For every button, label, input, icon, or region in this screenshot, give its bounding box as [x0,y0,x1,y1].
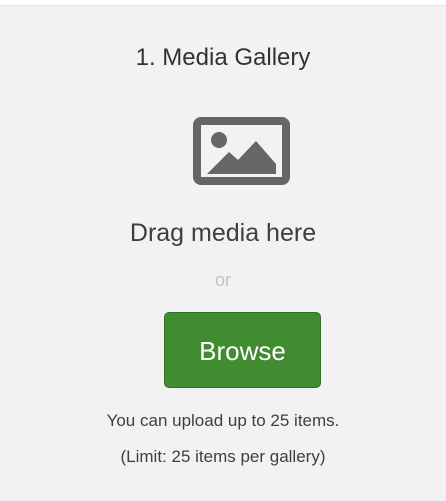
upload-info-text: You can upload up to 25 items. [106,411,340,430]
browse-button[interactable]: Browse [164,312,321,388]
top-divider [0,0,446,6]
or-separator: or [214,270,231,290]
image-icon [193,117,290,185]
drag-media-text: Drag media here [129,219,317,247]
limit-info-text: (Limit: 25 items per gallery) [120,447,326,466]
media-gallery-panel[interactable]: 1. Media Gallery Drag media here or Brow… [0,0,446,501]
gallery-title: 1. Media Gallery [135,44,311,71]
